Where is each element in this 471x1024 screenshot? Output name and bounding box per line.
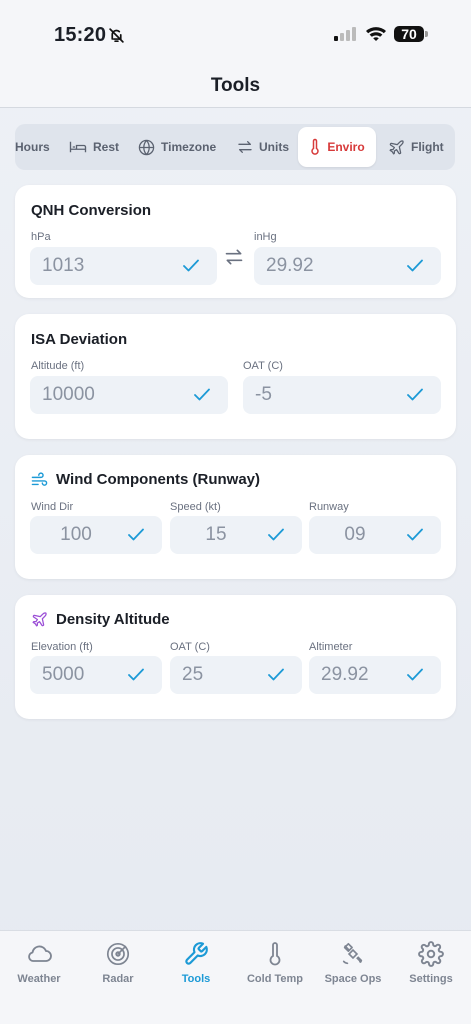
check-icon [407, 668, 423, 681]
qnh-title: QNH Conversion [31, 202, 152, 219]
cellular-signal-icon [334, 27, 358, 46]
bed-icon [69, 141, 87, 153]
tab-units[interactable]: Units [237, 127, 289, 167]
nav-radar-label: Radar [102, 973, 134, 985]
tab-timezone-label: Timezone [161, 140, 217, 154]
nav-weather-label: Weather [17, 973, 61, 985]
nav-cold-temp[interactable]: Cold Temp [236, 941, 314, 985]
tab-rest[interactable]: Rest [69, 127, 119, 167]
tab-units-label: Units [259, 140, 289, 154]
satellite-icon [342, 942, 363, 965]
isa-title: ISA Deviation [31, 331, 128, 348]
radar-icon [106, 942, 130, 966]
tab-enviro[interactable]: Enviro [298, 127, 376, 167]
tab-timezone[interactable]: Timezone [138, 127, 216, 167]
tab-hours[interactable]: Hours [15, 127, 50, 167]
check-icon [407, 388, 423, 401]
hpa-input[interactable]: 1013 [30, 247, 217, 285]
cloud-icon [28, 945, 52, 962]
status-time: 15:20 [54, 24, 107, 46]
nav-settings[interactable]: Settings [392, 941, 470, 985]
tool-tabs[interactable]: Hours Rest Timezone Units Enviro Flight [15, 124, 455, 170]
page-title: Tools [210, 74, 261, 96]
elevation-input[interactable]: 5000 [30, 656, 162, 694]
check-icon [268, 668, 284, 681]
bottom-tab-bar: Weather Radar Tools Cold Temp Space Ops … [0, 930, 471, 1024]
nav-weather[interactable]: Weather [0, 941, 78, 985]
isa-card: ISA Deviation Altitude (ft) OAT (C) 1000… [15, 314, 456, 439]
swap-icon [238, 141, 252, 153]
swap-arrows-icon[interactable] [224, 247, 244, 267]
tab-enviro-label: Enviro [327, 140, 365, 154]
check-icon [128, 668, 144, 681]
density-oat-input[interactable]: 25 [170, 656, 302, 694]
check-icon [194, 388, 210, 401]
check-icon [183, 259, 199, 272]
nav-space-ops-label: Space Ops [324, 973, 382, 985]
elevation-label: Elevation (ft) [31, 641, 93, 653]
inhg-input[interactable]: 29.92 [254, 247, 441, 285]
plane-icon [32, 612, 47, 627]
nav-header: Tools [0, 64, 471, 108]
density-oat-label: OAT (C) [170, 641, 210, 653]
nav-space-ops[interactable]: Space Ops [314, 941, 392, 985]
altimeter-input[interactable]: 29.92 [309, 656, 441, 694]
qnh-card: QNH Conversion hPa inHg 1013 29.92 [15, 185, 456, 298]
hpa-label: hPa [31, 231, 51, 243]
wind-speed-input[interactable]: 15 [170, 516, 302, 554]
runway-input[interactable]: 09 [309, 516, 441, 554]
globe-icon [138, 139, 155, 155]
thermometer-icon [269, 942, 281, 966]
nav-tools[interactable]: Tools [157, 941, 235, 985]
check-icon [407, 259, 423, 272]
wind-card: Wind Components (Runway) Wind Dir Speed … [15, 455, 456, 579]
wind-title-text: Wind Components (Runway) [56, 471, 261, 488]
battery-indicator: 70 [394, 26, 424, 42]
wind-dir-label: Wind Dir [31, 501, 74, 513]
wind-title: Wind Components (Runway) [31, 471, 260, 488]
tab-rest-label: Rest [93, 140, 120, 154]
wind-dir-input[interactable]: 100 [30, 516, 162, 554]
tab-flight[interactable]: Flight [388, 127, 444, 167]
oat-label: OAT (C) [243, 360, 283, 372]
nav-radar[interactable]: Radar [79, 941, 157, 985]
tab-hours-label: Hours [15, 140, 50, 154]
check-icon [268, 528, 284, 541]
wind-icon [31, 472, 48, 486]
altimeter-label: Altimeter [309, 641, 353, 653]
check-icon [128, 528, 144, 541]
density-card: Density Altitude Elevation (ft) OAT (C) … [15, 595, 456, 719]
wifi-icon [365, 25, 387, 47]
battery-cap [425, 31, 428, 37]
altitude-input[interactable]: 10000 [30, 376, 228, 414]
status-bar: 15:20 70 [0, 0, 471, 64]
thermometer-icon [311, 138, 320, 155]
oat-input[interactable]: -5 [243, 376, 441, 414]
nav-settings-label: Settings [409, 973, 453, 985]
tab-flight-label: Flight [411, 140, 444, 154]
bell-muted-icon [108, 27, 125, 49]
density-title: Density Altitude [31, 611, 170, 628]
gear-icon [418, 941, 444, 967]
wrench-icon [185, 942, 208, 965]
runway-label: Runway [309, 501, 349, 513]
nav-cold-temp-label: Cold Temp [246, 973, 303, 985]
check-icon [407, 528, 423, 541]
inhg-label: inHg [254, 231, 277, 243]
altitude-label: Altitude (ft) [31, 360, 85, 372]
density-title-text: Density Altitude [56, 611, 170, 628]
nav-tools-label: Tools [181, 973, 211, 985]
speed-label: Speed (kt) [170, 501, 221, 513]
plane-icon [389, 139, 404, 155]
